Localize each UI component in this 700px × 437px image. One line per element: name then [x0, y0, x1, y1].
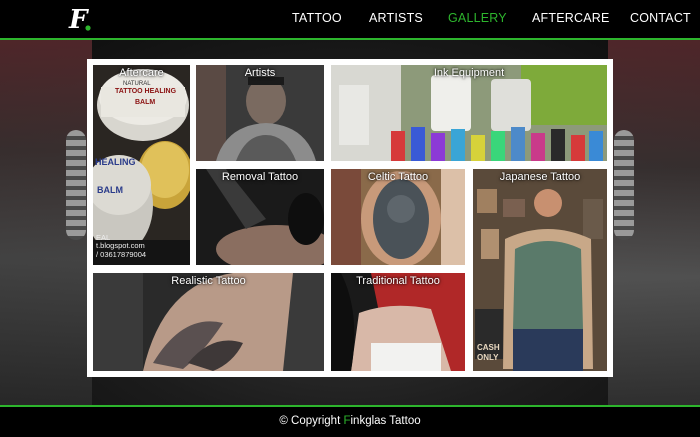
tile-caption: Aftercare — [119, 67, 164, 79]
removal-tattoo-photo — [196, 169, 324, 265]
nav-tattoo[interactable]: TATTOO — [292, 11, 342, 25]
aftercare-label-2: TATTOO HEALING — [115, 88, 177, 95]
tile-caption: Ink Equipment — [433, 67, 505, 79]
gallery-tile-celtic-tattoo[interactable]: Celtic Tattoo — [331, 169, 465, 265]
brand-rest: inkglas Tattoo — [350, 415, 421, 427]
tile-caption: Japanese Tattoo — [499, 171, 581, 183]
tile-caption: Traditional Tattoo — [356, 275, 440, 287]
tile-caption: Artists — [244, 67, 276, 79]
nav-aftercare[interactable]: AFTERCARE — [532, 11, 610, 25]
gallery-tile-japanese-tattoo[interactable]: CASH ONLY Japanese Tattoo — [473, 169, 607, 371]
gallery-grid: NATURAL TATTOO HEALING BALM HEALING BALM… — [87, 59, 613, 377]
aftercare-label-5: BALM — [97, 185, 123, 195]
aftercare-label-7: t.blogspot.com — [96, 241, 145, 250]
celtic-tattoo-photo — [331, 169, 465, 265]
traditional-tattoo-photo — [331, 273, 465, 371]
site-logo[interactable]: F — [68, 3, 92, 35]
right-bracelet-image — [614, 130, 634, 240]
japanese-tattoo-photo — [473, 169, 607, 371]
tile-caption: Realistic Tattoo — [171, 275, 246, 287]
tile-caption: Celtic Tattoo — [367, 171, 429, 183]
aftercare-label-3: BALM — [135, 99, 156, 106]
tile-caption: Removal Tattoo — [221, 171, 299, 183]
gallery-tile-realistic-tattoo[interactable]: Realistic Tattoo — [93, 273, 324, 371]
gallery-tile-ink-equipment[interactable]: Ink Equipment — [331, 65, 607, 161]
aftercare-label-1: NATURAL — [123, 81, 151, 87]
artists-photo — [196, 65, 324, 161]
site-header: F TATTOO ARTISTS GALLERY AFTERCARE CONTA… — [0, 0, 700, 40]
cash-sign-line-1: CASH — [477, 343, 500, 352]
aftercare-label-8: / 03617879004 — [96, 250, 147, 259]
nav-artists[interactable]: ARTISTS — [369, 11, 423, 25]
copyright-prefix: © Copyright — [279, 415, 344, 427]
left-bracelet-image — [66, 130, 86, 240]
site-footer: © Copyright Finkglas Tattoo — [0, 405, 700, 437]
gallery-tile-artists[interactable]: Artists — [196, 65, 324, 161]
gallery-tile-traditional-tattoo[interactable]: Traditional Tattoo — [331, 273, 465, 371]
aftercare-label-4: HEALING — [95, 157, 136, 167]
logo-icon: F — [68, 5, 91, 35]
brand-highlight: F — [343, 415, 351, 427]
nav-contact[interactable]: CONTACT — [630, 11, 691, 25]
realistic-tattoo-photo — [93, 273, 324, 371]
cash-sign-line-2: ONLY — [477, 353, 499, 362]
gallery-tile-aftercare[interactable]: NATURAL TATTOO HEALING BALM HEALING BALM… — [93, 65, 190, 265]
copyright-text: © Copyright Finkglas Tattoo — [0, 415, 700, 427]
nav-gallery[interactable]: GALLERY — [448, 11, 507, 25]
gallery-tile-removal-tattoo[interactable]: Removal Tattoo — [196, 169, 324, 265]
ink-equipment-photo — [331, 65, 607, 161]
